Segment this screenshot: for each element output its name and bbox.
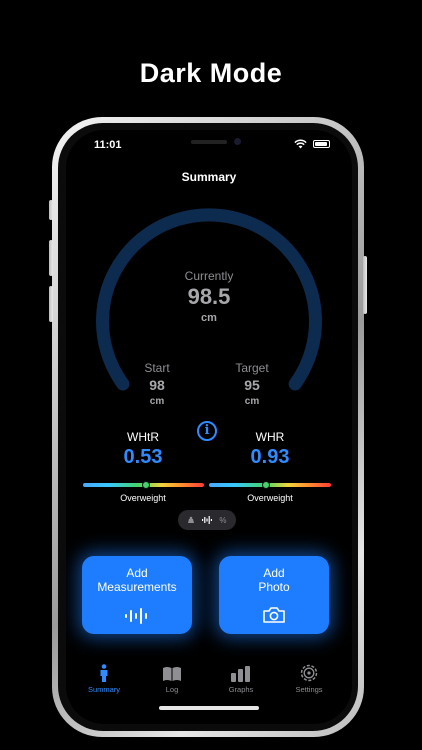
waveform-icon[interactable] — [202, 516, 213, 524]
add-photo-button[interactable]: Add Photo — [219, 556, 329, 634]
wifi-icon — [294, 139, 307, 149]
tab-graphs-label: Graphs — [228, 685, 254, 694]
whr-block: WHR 0.93 — [210, 430, 330, 469]
whtr-category: Overweight — [120, 493, 166, 503]
target-value: 95 — [244, 377, 260, 393]
person-icon — [100, 664, 108, 682]
target-label: Target — [235, 361, 269, 375]
add-photo-line1: Add — [263, 566, 285, 580]
headline: Dark Mode — [139, 58, 283, 88]
front-camera — [234, 138, 241, 145]
book-icon — [163, 667, 181, 681]
metric-segmented-control[interactable]: % — [178, 510, 236, 530]
start-column: Start 98 cm — [127, 361, 187, 407]
add-measurements-button[interactable]: Add Measurements — [82, 556, 192, 634]
status-time: 11:01 — [94, 139, 122, 151]
whtr-block: WHtR 0.53 — [83, 430, 203, 469]
whtr-label: WHtR — [127, 430, 159, 444]
current-value: 98.5 — [187, 284, 231, 309]
gear-icon — [300, 664, 318, 682]
target-unit: cm — [244, 396, 260, 407]
percent-icon[interactable]: % — [219, 516, 226, 525]
side-button-power — [363, 256, 367, 314]
speaker-grille — [191, 140, 227, 144]
start-label: Start — [144, 361, 170, 375]
tab-settings-label: Settings — [295, 685, 323, 694]
scale-icon[interactable] — [187, 516, 195, 524]
whtr-scale-bar — [83, 481, 204, 489]
current-label: Currently — [184, 269, 234, 283]
current-unit: cm — [201, 312, 217, 324]
tab-bar: Summary Log Graphs Settings — [66, 656, 352, 724]
battery-icon — [313, 140, 330, 148]
status-icons — [294, 139, 330, 149]
whr-marker — [262, 481, 270, 489]
whr-scale-bar — [209, 481, 331, 489]
whr-value: 0.93 — [250, 446, 290, 468]
side-button-volume-down — [49, 286, 53, 322]
bar-chart-icon — [231, 666, 250, 682]
tab-log[interactable]: Log — [142, 662, 202, 694]
whtr-marker — [142, 481, 150, 489]
start-value: 98 — [149, 377, 165, 393]
whtr-value: 0.53 — [123, 446, 163, 468]
tab-graphs[interactable]: Graphs — [211, 662, 271, 694]
whr-category: Overweight — [247, 493, 293, 503]
page-title: Summary — [181, 170, 237, 184]
camera-icon — [263, 607, 285, 623]
tab-log-label: Log — [165, 685, 179, 694]
home-indicator[interactable] — [159, 706, 259, 710]
tab-summary[interactable]: Summary — [74, 662, 134, 694]
tab-settings[interactable]: Settings — [279, 662, 339, 694]
target-column: Target 95 cm — [222, 361, 282, 407]
add-measurements-line1: Add — [126, 566, 148, 580]
add-measurements-line2: Measurements — [97, 580, 177, 594]
whr-label: WHR — [255, 430, 285, 444]
side-button-silent — [49, 200, 53, 220]
side-button-volume-up — [49, 240, 53, 276]
waveform-icon — [125, 608, 147, 624]
phone-screen: 11:01 Summary Currently 98.5 cm Start 98… — [66, 130, 352, 724]
tab-summary-label: Summary — [87, 685, 121, 694]
add-photo-line2: Photo — [258, 580, 290, 594]
start-unit: cm — [149, 396, 165, 407]
